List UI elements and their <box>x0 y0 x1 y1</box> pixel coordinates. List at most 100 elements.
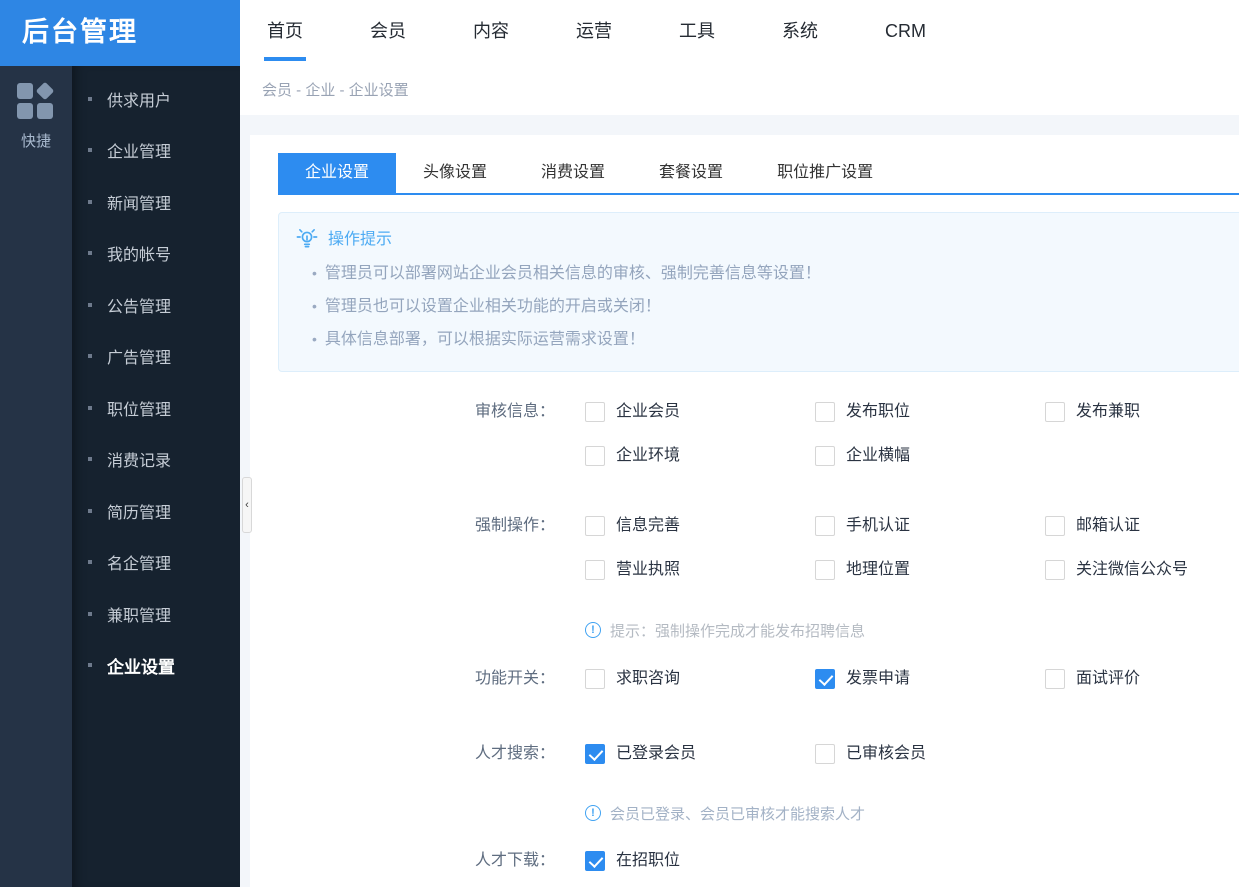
checkbox[interactable] <box>815 560 835 580</box>
quick-label: 快捷 <box>20 133 51 150</box>
checkbox-option-phone-verification[interactable]: 手机认证 <box>815 516 1045 536</box>
bullet-icon <box>88 96 92 101</box>
checkbox-option-publish-parttime[interactable]: 发布兼职 <box>1045 402 1239 422</box>
checkbox-row: 已登录会员 已审核会员 <box>585 744 1045 764</box>
form-group-label: 审核信息： <box>474 403 555 420</box>
nav-item-home[interactable]: 首页 <box>264 0 306 66</box>
tab-package-settings[interactable]: 套餐设置 <box>632 153 750 193</box>
sidebar-item-news-mgmt[interactable]: 新闻管理 <box>72 176 240 228</box>
sidebar-item-announcement-mgmt[interactable]: 公告管理 <box>72 279 240 331</box>
chevron-left-icon: ‹ <box>245 499 249 511</box>
checkbox[interactable] <box>585 516 605 536</box>
checkbox-option-company-banner[interactable]: 企业横幅 <box>815 446 1045 466</box>
checkbox-option-invoice-request[interactable]: 发票申请 <box>815 669 1045 689</box>
sidebar-item-my-account[interactable]: 我的帐号 <box>72 228 240 280</box>
form-group-audit-info: 审核信息： 企业会员 发布职位 发布兼职 企业环境 企业横幅 <box>278 402 1239 466</box>
nav-item-member[interactable]: 会员 <box>370 0 406 66</box>
bullet-icon <box>88 199 92 204</box>
sidebar-item-job-mgmt[interactable]: 职位管理 <box>72 382 240 434</box>
tab-job-promotion-settings[interactable]: 职位推广设置 <box>750 153 900 193</box>
checkbox[interactable] <box>815 516 835 536</box>
checkbox-row: 在招职位 <box>585 851 815 871</box>
checkbox-row: 营业执照 地理位置 关注微信公众号 <box>585 560 1239 580</box>
note-forced-actions: 提示：强制操作完成才能发布招聘信息 <box>585 620 1239 640</box>
checkbox-option-interview-review[interactable]: 面试评价 <box>1045 669 1239 689</box>
checkbox-option-publish-job[interactable]: 发布职位 <box>815 402 1045 422</box>
sidebar-collapse-handle[interactable]: ‹ <box>242 477 252 533</box>
info-icon <box>585 622 601 638</box>
checkbox-option-follow-wechat[interactable]: 关注微信公众号 <box>1045 560 1239 580</box>
checkbox[interactable] <box>585 669 605 689</box>
nav-item-content[interactable]: 内容 <box>473 0 509 66</box>
checkbox-row: 企业环境 企业横幅 <box>585 446 1239 466</box>
checkbox-option-email-verification[interactable]: 邮箱认证 <box>1045 516 1239 536</box>
nav-item-system[interactable]: 系统 <box>782 0 818 66</box>
checkbox-option-logged-in-member[interactable]: 已登录会员 <box>585 744 815 764</box>
checkbox[interactable] <box>815 402 835 422</box>
sidebar-item-resume-mgmt[interactable]: 简历管理 <box>72 485 240 537</box>
form-group-feature-switch: 功能开关： 求职咨询 发票申请 面试评价 <box>278 669 1239 689</box>
bullet-icon <box>88 148 92 153</box>
checkbox[interactable] <box>585 446 605 466</box>
checkbox[interactable] <box>585 744 605 764</box>
checkbox-option-active-jobs[interactable]: 在招职位 <box>585 851 815 871</box>
checkbox-option-audited-member[interactable]: 已审核会员 <box>815 744 1045 764</box>
nav-item-operation[interactable]: 运营 <box>576 0 612 66</box>
sidebar-item-famous-company-mgmt[interactable]: 名企管理 <box>72 537 240 589</box>
sidebar-rail: 快捷 <box>0 66 72 887</box>
checkbox[interactable] <box>1045 560 1065 580</box>
bullet-icon <box>88 302 92 307</box>
checkbox[interactable] <box>815 446 835 466</box>
checkbox-row: 求职咨询 发票申请 面试评价 <box>585 669 1239 689</box>
checkbox-option-company-member[interactable]: 企业会员 <box>585 402 815 422</box>
tab-consumption-settings[interactable]: 消费设置 <box>514 153 632 193</box>
tips-line: 具体信息部署，可以根据实际运营需求设置！ <box>312 323 1232 356</box>
form-group-label: 强制操作： <box>474 517 555 534</box>
tips-line: 管理员也可以设置企业相关功能的开启或关闭！ <box>312 290 1232 323</box>
nav-item-tools[interactable]: 工具 <box>679 0 715 66</box>
nav-item-crm[interactable]: CRM <box>885 0 926 66</box>
checkbox-option-business-license[interactable]: 营业执照 <box>585 560 815 580</box>
quick-grid-icon[interactable] <box>17 81 55 121</box>
checkbox[interactable] <box>1045 516 1065 536</box>
checkbox-option-job-consulting[interactable]: 求职咨询 <box>585 669 815 689</box>
sidebar-item-company-mgmt[interactable]: 企业管理 <box>72 125 240 177</box>
settings-tabs: 企业设置 头像设置 消费设置 套餐设置 职位推广设置 <box>278 153 1239 195</box>
bullet-icon <box>88 354 92 359</box>
tips-title-row: 操作提示 <box>296 225 1232 249</box>
checkbox[interactable] <box>815 744 835 764</box>
checkbox[interactable] <box>1045 402 1065 422</box>
operation-tips-box: 操作提示 管理员可以部署网站企业会员相关信息的审核、强制完善信息等设置！ 管理员… <box>278 212 1239 372</box>
checkbox[interactable] <box>815 669 835 689</box>
checkbox[interactable] <box>585 851 605 871</box>
sidebar-item-company-settings[interactable]: 企业设置 <box>72 640 240 692</box>
bullet-icon <box>88 560 92 565</box>
tab-avatar-settings[interactable]: 头像设置 <box>396 153 514 193</box>
checkbox-option-info-completion[interactable]: 信息完善 <box>585 516 815 536</box>
sidebar-item-supply-users[interactable]: 供求用户 <box>72 73 240 125</box>
form-group-label: 人才下载： <box>474 852 555 869</box>
checkbox-option-company-environment[interactable]: 企业环境 <box>585 446 815 466</box>
form-group-label: 人才搜索： <box>474 745 555 762</box>
sidebar-item-consumption-records[interactable]: 消费记录 <box>72 434 240 486</box>
info-icon <box>585 805 601 821</box>
checkbox-row: 企业会员 发布职位 发布兼职 <box>585 402 1239 422</box>
bullet-icon <box>88 611 92 616</box>
sidebar-item-parttime-mgmt[interactable]: 兼职管理 <box>72 588 240 640</box>
app-logo: 后台管理 <box>0 0 240 66</box>
checkbox[interactable] <box>1045 669 1065 689</box>
sidebar-submenu: 供求用户 企业管理 新闻管理 我的帐号 公告管理 广告管理 职位管理 消费记录 … <box>72 66 240 887</box>
tips-line: 管理员可以部署网站企业会员相关信息的审核、强制完善信息等设置！ <box>312 257 1232 290</box>
sidebar-item-ad-mgmt[interactable]: 广告管理 <box>72 331 240 383</box>
lightbulb-icon <box>296 229 318 248</box>
checkbox[interactable] <box>585 402 605 422</box>
bullet-icon <box>88 251 92 256</box>
settings-card: 企业设置 头像设置 消费设置 套餐设置 职位推广设置 操作提示 • 管理员可以部… <box>250 135 1239 887</box>
tips-title: 操作提示 <box>328 231 393 248</box>
checkbox-option-geo-location[interactable]: 地理位置 <box>815 560 1045 580</box>
tab-company-settings[interactable]: 企业设置 <box>278 153 397 193</box>
top-header: 后台管理 首页 会员 内容 运营 工具 系统 CRM <box>0 0 1239 66</box>
tips-list: 管理员可以部署网站企业会员相关信息的审核、强制完善信息等设置！ 管理员也可以设置… <box>296 257 1232 356</box>
checkbox-row: 信息完善 手机认证 邮箱认证 <box>585 516 1239 536</box>
checkbox[interactable] <box>585 560 605 580</box>
